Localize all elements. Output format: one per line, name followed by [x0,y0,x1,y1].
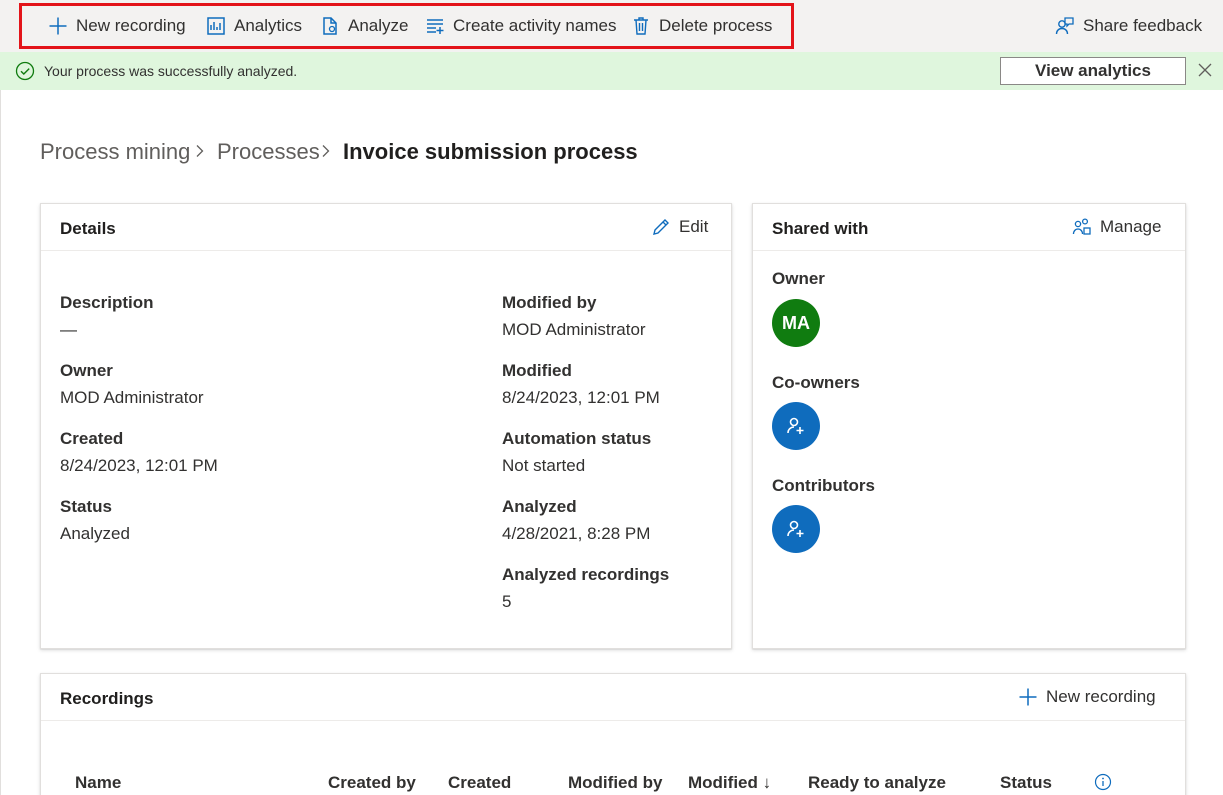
recordings-new-recording-button[interactable]: New recording [1018,687,1156,707]
share-feedback-label: Share feedback [1083,16,1203,35]
add-contributor-button[interactable] [772,505,820,553]
edit-label: Edit [679,217,709,236]
owner-avatar: MA [772,299,820,347]
success-message-text: Your process was successfully analyzed. [44,63,298,79]
contributors-label: Contributors [772,476,875,495]
share-feedback-button[interactable]: Share feedback [1055,14,1202,38]
modified-by-value: MOD Administrator [502,320,646,339]
modified-label: Modified [502,361,572,380]
automation-status-label: Automation status [502,429,652,448]
chevron-right-icon [322,145,330,157]
column-header-modified-by[interactable]: Modified by [568,773,662,793]
coowners-label: Co-owners [772,373,860,392]
toolbar-highlight-box [19,3,794,49]
success-message-bar: Your process was successfully analyzed. … [0,52,1223,90]
column-header-modified[interactable]: Modified ↓ [688,773,771,793]
created-label: Created [60,429,124,448]
column-header-ready-to-analyze[interactable]: Ready to analyze [808,773,946,793]
manage-button[interactable]: Manage [1072,217,1161,237]
view-analytics-button[interactable]: View analytics [1000,57,1186,85]
pencil-icon [653,219,669,235]
modified-by-label: Modified by [502,293,597,312]
recordings-card: Recordings New recording Name Created by… [40,673,1186,795]
recordings-new-recording-label: New recording [1046,687,1156,706]
shared-with-card-header: Shared with Manage [753,204,1185,251]
recordings-card-header: Recordings New recording [41,674,1185,721]
checkmark-circle-icon [15,61,35,81]
shared-with-title: Shared with [772,219,869,238]
info-icon[interactable] [1094,773,1112,791]
column-header-name[interactable]: Name [75,773,121,793]
page-title: Invoice submission process [343,139,638,164]
status-label: Status [60,497,112,516]
owner-section-label: Owner [772,269,825,288]
recordings-title: Recordings [60,689,154,708]
column-header-created[interactable]: Created [448,773,511,793]
status-value: Analyzed [60,524,130,543]
analyzed-recordings-label: Analyzed recordings [502,565,670,584]
owner-initials: MA [782,312,810,333]
description-label: Description [60,293,154,312]
details-title: Details [60,219,116,238]
column-header-status[interactable]: Status [1000,773,1052,793]
automation-status-value: Not started [502,456,586,475]
created-value: 8/24/2023, 12:01 PM [60,456,218,475]
modified-value: 8/24/2023, 12:01 PM [502,388,660,407]
add-coowner-button[interactable] [772,402,820,450]
column-header-created-by[interactable]: Created by [328,773,416,793]
shared-with-card: Shared with Manage Owner MA Co-owners Co… [752,203,1186,649]
details-card: Details Edit Description — Owner MOD Adm… [40,203,732,649]
close-icon[interactable] [1197,62,1213,78]
chevron-right-icon [196,145,204,157]
person-add-icon [787,520,804,537]
analyzed-label: Analyzed [502,497,577,516]
plus-icon [1019,688,1037,706]
analyzed-value: 4/28/2021, 8:28 PM [502,524,651,543]
people-settings-icon [1072,218,1091,235]
breadcrumb-processes[interactable]: Processes [217,139,320,165]
person-add-icon [787,417,804,434]
description-value: — [60,320,77,339]
left-divider [0,90,1,795]
breadcrumb-process-mining[interactable]: Process mining [40,139,190,165]
owner-value: MOD Administrator [60,388,204,407]
feedback-person-icon [1055,17,1074,35]
details-card-header: Details Edit [41,204,731,251]
edit-button[interactable]: Edit [651,217,708,237]
owner-label: Owner [60,361,113,380]
manage-label: Manage [1100,217,1162,236]
analyzed-recordings-value: 5 [502,592,512,611]
